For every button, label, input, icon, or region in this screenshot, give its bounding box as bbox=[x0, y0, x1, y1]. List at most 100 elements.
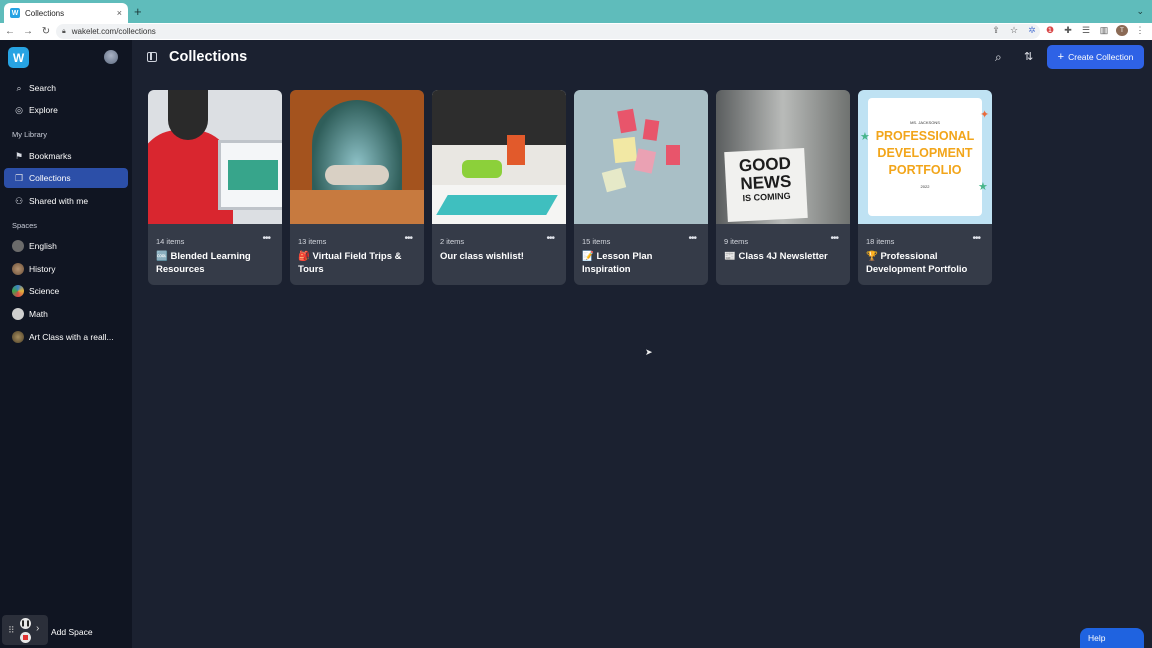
tab-search-icon[interactable]: ⌄ bbox=[1136, 6, 1144, 17]
page-title: Collections bbox=[169, 49, 248, 65]
collection-title: 🎒 Virtual Field Trips & Tours bbox=[298, 251, 402, 275]
search-icon: ⌕ bbox=[16, 82, 22, 93]
share-icon[interactable]: ⇪ bbox=[990, 25, 1002, 36]
chevron-right-icon[interactable]: › bbox=[36, 623, 39, 634]
browser-tab[interactable]: W Collections × bbox=[4, 3, 128, 23]
my-library-heading: My Library bbox=[12, 130, 48, 139]
collection-thumbnail: GOOD NEWS IS COMING bbox=[716, 90, 850, 224]
collections-grid: 14 items ••• 🆒 Blended Learning Resource… bbox=[148, 90, 992, 285]
sidebar-space-history[interactable]: History bbox=[4, 259, 128, 279]
collections-icon: ❐ bbox=[14, 172, 24, 183]
tab-close-icon[interactable]: × bbox=[117, 8, 122, 18]
more-options-icon[interactable]: ••• bbox=[688, 233, 696, 244]
people-icon: ⚇ bbox=[14, 195, 24, 206]
forward-icon[interactable]: → bbox=[20, 26, 36, 37]
collection-thumbnail: MS. JACKSONS PROFESSIONAL DEVELOPMENT PO… bbox=[858, 90, 992, 224]
collection-title: Our class wishlist! bbox=[440, 251, 524, 262]
sidebar-item-search[interactable]: ⌕ Search bbox=[4, 78, 128, 98]
space-avatar bbox=[12, 285, 24, 297]
url-text: wakelet.com/collections bbox=[71, 27, 156, 36]
star-icon[interactable]: ☆ bbox=[1008, 25, 1020, 36]
stop-icon[interactable] bbox=[20, 632, 31, 643]
add-space-button[interactable]: Add Space bbox=[51, 627, 93, 637]
more-options-icon[interactable]: ••• bbox=[404, 233, 412, 244]
browser-toolbar: ← → ↻ 🔒︎ wakelet.com/collections ⇪ ☆ ✲ ❶… bbox=[0, 23, 1152, 40]
more-options-icon[interactable]: ••• bbox=[972, 233, 980, 244]
more-options-icon[interactable]: ••• bbox=[262, 233, 270, 244]
extension-badge-icon[interactable]: ❶ bbox=[1044, 25, 1056, 36]
space-avatar bbox=[12, 308, 24, 320]
spaces-heading: Spaces bbox=[12, 221, 38, 230]
sidebar-item-label: Math bbox=[29, 309, 48, 319]
sidebar-item-label: Bookmarks bbox=[29, 151, 72, 161]
collection-card[interactable]: 2 items ••• Our class wishlist! bbox=[432, 90, 566, 285]
collection-card[interactable]: MS. JACKSONS PROFESSIONAL DEVELOPMENT PO… bbox=[858, 90, 992, 285]
sidebar: W ⌕ Search ◎ Explore My Library ⚑ Bookma… bbox=[0, 40, 132, 648]
sidebar-item-label: Art Class with a reall... bbox=[29, 332, 114, 342]
collection-thumbnail bbox=[574, 90, 708, 224]
collection-card[interactable]: 13 items ••• 🎒 Virtual Field Trips & Tou… bbox=[290, 90, 424, 285]
bookmark-icon: ⚑ bbox=[14, 150, 24, 161]
user-avatar[interactable] bbox=[104, 50, 118, 64]
item-count: 2 items bbox=[440, 237, 465, 246]
profile-avatar[interactable]: T bbox=[1116, 25, 1128, 36]
browser-tab-bar: W Collections × + ⌄ bbox=[0, 0, 1152, 23]
space-avatar bbox=[12, 331, 24, 343]
create-collection-label: Create Collection bbox=[1068, 52, 1134, 62]
back-icon[interactable]: ← bbox=[2, 26, 18, 37]
wakelet-favicon-icon: W bbox=[10, 8, 20, 18]
reading-list-icon[interactable]: ☰ bbox=[1080, 25, 1092, 36]
wakelet-logo[interactable]: W bbox=[8, 47, 29, 68]
drag-handle-icon[interactable]: ⠿ bbox=[8, 625, 15, 636]
more-options-icon[interactable]: ••• bbox=[830, 233, 838, 244]
item-count: 15 items bbox=[582, 237, 611, 246]
space-avatar bbox=[12, 263, 24, 275]
sidebar-item-label: English bbox=[29, 241, 57, 251]
help-button[interactable]: Help bbox=[1080, 628, 1144, 648]
collection-card[interactable]: 15 items ••• 📝 Lesson Plan Inspiration bbox=[574, 90, 708, 285]
extension-gear-icon[interactable]: ✲ bbox=[1026, 25, 1038, 36]
main-header: Collections ⌕ ⇅ + Create Collection bbox=[132, 40, 1152, 76]
sidebar-item-collections[interactable]: ❐ Collections bbox=[4, 168, 128, 188]
thumbnail-text: PORTFOLIO bbox=[888, 163, 962, 177]
browser-menu-icon[interactable]: ⋮ bbox=[1134, 25, 1146, 36]
sort-icon[interactable]: ⇅ bbox=[1024, 50, 1033, 63]
item-count: 18 items bbox=[866, 237, 895, 246]
search-icon[interactable]: ⌕ bbox=[995, 50, 1002, 65]
collection-card[interactable]: GOOD NEWS IS COMING 9 items ••• 📰 Class … bbox=[716, 90, 850, 285]
sidebar-space-english[interactable]: English bbox=[4, 236, 128, 256]
lock-icon[interactable]: 🔒︎ bbox=[62, 28, 66, 36]
side-panel-icon[interactable]: ▥ bbox=[1098, 25, 1110, 36]
collection-thumbnail bbox=[148, 90, 282, 224]
sidebar-space-art[interactable]: Art Class with a reall... bbox=[4, 327, 128, 347]
plus-icon: + bbox=[1057, 51, 1065, 63]
sidebar-toggle-icon[interactable] bbox=[147, 52, 157, 62]
thumbnail-text: DEVELOPMENT bbox=[877, 146, 973, 160]
compass-icon: ◎ bbox=[15, 104, 23, 115]
collection-title: 🏆 Professional Development Portfolio bbox=[866, 251, 968, 275]
sidebar-space-science[interactable]: Science bbox=[4, 281, 128, 301]
puzzle-icon[interactable]: ✚ bbox=[1062, 25, 1074, 36]
space-avatar bbox=[12, 240, 24, 252]
sidebar-item-label: Explore bbox=[29, 105, 58, 115]
sidebar-item-label: Collections bbox=[29, 173, 71, 183]
sidebar-item-label: Shared with me bbox=[29, 196, 89, 206]
sidebar-space-math[interactable]: Math bbox=[4, 304, 128, 324]
sidebar-item-bookmarks[interactable]: ⚑ Bookmarks bbox=[4, 146, 128, 166]
item-count: 9 items bbox=[724, 237, 749, 246]
sidebar-item-label: Science bbox=[29, 286, 60, 296]
collection-thumbnail bbox=[432, 90, 566, 224]
reload-icon[interactable]: ↻ bbox=[38, 26, 54, 37]
more-options-icon[interactable]: ••• bbox=[546, 233, 554, 244]
sidebar-item-shared[interactable]: ⚇ Shared with me bbox=[4, 191, 128, 211]
pause-icon[interactable]: ❚❚ bbox=[20, 618, 31, 629]
collection-thumbnail bbox=[290, 90, 424, 224]
recording-widget: ⠿ ❚❚ › bbox=[2, 615, 48, 645]
collection-card[interactable]: 14 items ••• 🆒 Blended Learning Resource… bbox=[148, 90, 282, 285]
new-tab-button[interactable]: + bbox=[134, 5, 142, 19]
address-bar[interactable]: 🔒︎ wakelet.com/collections bbox=[56, 24, 1040, 39]
sidebar-item-explore[interactable]: ◎ Explore bbox=[4, 100, 128, 120]
tab-title: Collections bbox=[25, 8, 65, 18]
create-collection-button[interactable]: + Create Collection bbox=[1047, 45, 1144, 69]
extension-icons: ⇪ ☆ ✲ ❶ ✚ ☰ ▥ T ⋮ bbox=[990, 25, 1146, 36]
